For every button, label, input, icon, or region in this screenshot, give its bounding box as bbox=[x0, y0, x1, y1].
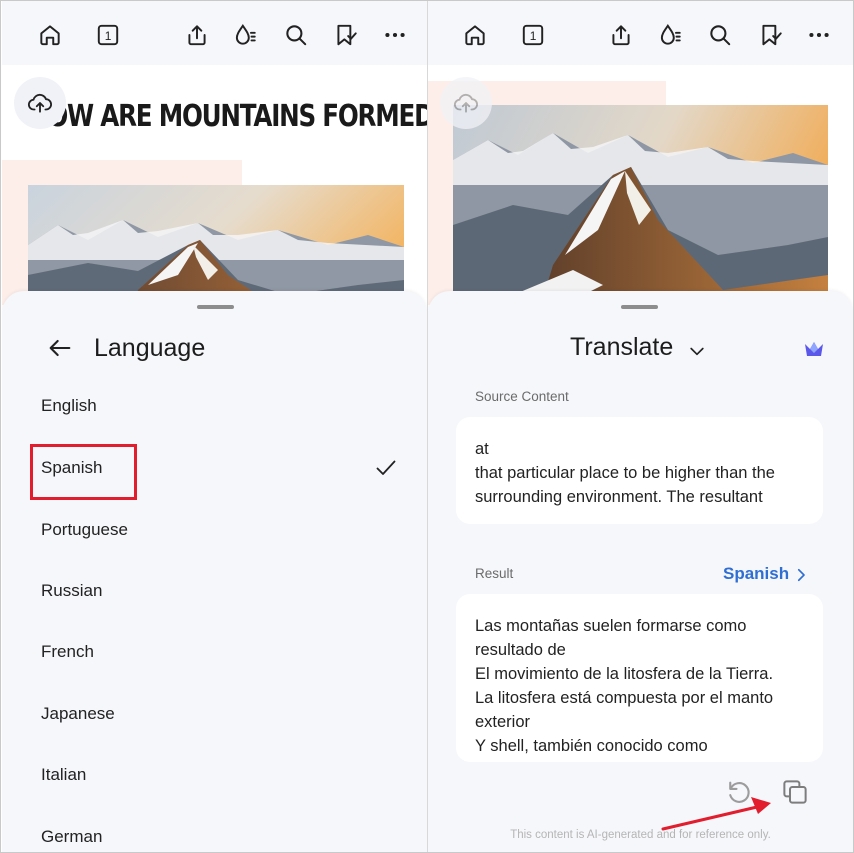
document-page bbox=[428, 65, 853, 305]
source-line: that particular place to be higher than … bbox=[475, 464, 775, 482]
top-toolbar: 1 bbox=[2, 1, 427, 65]
language-item-english[interactable]: English bbox=[2, 376, 427, 436]
result-line: resultado de bbox=[475, 641, 566, 659]
language-label: French bbox=[41, 642, 94, 661]
more-icon[interactable] bbox=[805, 21, 833, 49]
top-toolbar: 1 bbox=[428, 1, 853, 65]
result-line: El movimiento de la litosfera de la Tier… bbox=[475, 665, 774, 683]
home-icon[interactable] bbox=[461, 21, 489, 49]
copy-icon[interactable] bbox=[780, 777, 810, 807]
sheet-drag-handle[interactable] bbox=[621, 305, 658, 309]
home-icon[interactable] bbox=[36, 21, 64, 49]
result-line: La litosfera está compuesta por el manto bbox=[475, 689, 774, 707]
result-line: Y shell, también conocido como bbox=[475, 737, 708, 755]
search-icon[interactable] bbox=[282, 21, 310, 49]
result-label: Result bbox=[475, 566, 514, 581]
page-number-icon[interactable]: 1 bbox=[519, 21, 547, 49]
document-title: HOW ARE MOUNTAINS FORMED? bbox=[28, 99, 427, 134]
ai-disclaimer: This content is AI-generated and for ref… bbox=[510, 829, 771, 841]
language-item-italian[interactable]: Italian bbox=[2, 745, 427, 805]
translate-header: Translate bbox=[428, 329, 853, 369]
crown-icon[interactable] bbox=[802, 337, 826, 361]
checkmark-icon bbox=[376, 460, 396, 475]
screenshot-frame: 1 HOW ARE MOUNTAINS FORMED? Language Eng… bbox=[0, 0, 854, 853]
ink-icon[interactable] bbox=[231, 21, 259, 49]
result-line: Las montañas suelen formarse como bbox=[475, 617, 747, 635]
svg-text:1: 1 bbox=[105, 29, 112, 43]
search-icon[interactable] bbox=[706, 21, 734, 49]
source-line: at bbox=[475, 440, 489, 458]
language-item-french[interactable]: French bbox=[2, 622, 427, 682]
cloud-upload-button[interactable] bbox=[14, 77, 66, 129]
language-sheet: Language English Spanish Portuguese Russ… bbox=[2, 291, 427, 852]
language-item-russian[interactable]: Russian bbox=[2, 561, 427, 621]
result-card[interactable]: Las montañas suelen formarse como result… bbox=[456, 594, 823, 762]
cloud-upload-icon bbox=[454, 93, 478, 113]
mountain-photo bbox=[453, 105, 828, 305]
sheet-drag-handle[interactable] bbox=[197, 305, 234, 309]
language-label: Italian bbox=[41, 765, 87, 784]
translate-title[interactable]: Translate bbox=[570, 333, 673, 362]
document-page: HOW ARE MOUNTAINS FORMED? bbox=[2, 65, 427, 305]
result-text: Las montañas suelen formarse como result… bbox=[475, 614, 773, 758]
more-icon[interactable] bbox=[381, 21, 409, 49]
back-arrow-icon[interactable] bbox=[46, 334, 74, 362]
bookmark-icon[interactable] bbox=[332, 21, 360, 49]
right-panel: 1 Translate Source Content at that parti… bbox=[428, 1, 853, 852]
cloud-upload-button[interactable] bbox=[440, 77, 492, 129]
language-item-portuguese[interactable]: Portuguese bbox=[2, 500, 427, 560]
svg-text:1: 1 bbox=[530, 29, 537, 43]
language-label: Portuguese bbox=[41, 520, 128, 539]
result-line: exterior bbox=[475, 713, 531, 731]
mountain-photo bbox=[28, 185, 404, 305]
source-line: surrounding environment. The resultant bbox=[475, 488, 763, 506]
language-item-german[interactable]: German bbox=[2, 807, 427, 852]
language-label: Japanese bbox=[41, 704, 115, 723]
language-item-japanese[interactable]: Japanese bbox=[2, 684, 427, 744]
page-number-icon[interactable]: 1 bbox=[94, 21, 122, 49]
language-title: Language bbox=[94, 333, 206, 362]
share-icon[interactable] bbox=[183, 21, 211, 49]
source-content-text: at that particular place to be higher th… bbox=[475, 437, 775, 509]
share-icon[interactable] bbox=[607, 21, 635, 49]
language-header: Language bbox=[46, 331, 205, 365]
translate-sheet: Translate Source Content at that particu… bbox=[428, 291, 853, 852]
left-panel: 1 HOW ARE MOUNTAINS FORMED? Language Eng… bbox=[2, 1, 427, 852]
chevron-down-icon[interactable] bbox=[687, 341, 707, 361]
source-content-card[interactable]: at that particular place to be higher th… bbox=[456, 417, 823, 524]
retry-icon[interactable] bbox=[724, 777, 754, 807]
bookmark-icon[interactable] bbox=[757, 21, 785, 49]
language-label: German bbox=[41, 827, 103, 846]
spanish-highlight-annotation bbox=[30, 444, 137, 500]
source-content-label: Source Content bbox=[475, 389, 569, 404]
ink-icon[interactable] bbox=[656, 21, 684, 49]
language-label: English bbox=[41, 396, 97, 415]
cloud-upload-icon bbox=[28, 93, 52, 113]
chevron-right-icon[interactable] bbox=[792, 565, 810, 585]
language-label: Russian bbox=[41, 581, 103, 600]
result-language-selector[interactable]: Spanish bbox=[723, 564, 789, 584]
